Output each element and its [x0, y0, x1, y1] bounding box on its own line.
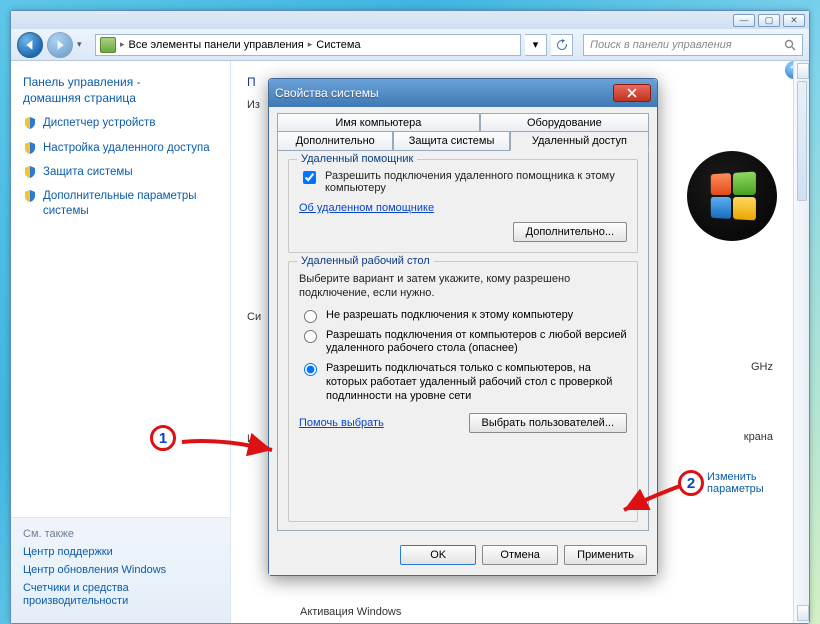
about-remote-assistance-link[interactable]: Об удаленном помощнике	[299, 202, 434, 214]
annotation-badge-1: 1	[150, 425, 176, 451]
rdp-option-any-version[interactable]: Разрешать подключения от компьютеров с л…	[299, 329, 627, 357]
help-choose-link[interactable]: Помочь выбрать	[299, 417, 384, 429]
tabs-row-1: Имя компьютера Оборудование	[277, 113, 649, 132]
arrow-right-icon	[54, 39, 66, 51]
breadcrumb[interactable]: ▸ Все элементы панели управления ▸ Систе…	[95, 34, 521, 56]
ok-button[interactable]: OK	[400, 545, 476, 565]
shield-icon	[23, 189, 37, 203]
dialog-body: Имя компьютера Оборудование Дополнительн…	[269, 107, 657, 537]
tab-advanced[interactable]: Дополнительно	[277, 131, 393, 151]
tabs-row-2: Дополнительно Защита системы Удаленный д…	[277, 131, 649, 151]
annotation-badge-2: 2	[678, 470, 704, 496]
right-column: GHz крана Изменить параметры	[647, 151, 797, 495]
dialog-footer: OK Отмена Применить	[269, 537, 657, 575]
cancel-button[interactable]: Отмена	[482, 545, 558, 565]
apply-button[interactable]: Применить	[564, 545, 647, 565]
shield-icon	[23, 116, 37, 130]
address-dropdown-button[interactable]: ▾	[525, 34, 547, 56]
allow-remote-assistance-checkbox[interactable]: Разрешить подключения удаленного помощни…	[299, 170, 627, 194]
sidebar-item-remote-settings[interactable]: Настройка удаленного доступа	[23, 141, 218, 155]
scroll-thumb[interactable]	[797, 81, 807, 201]
nav-history-dropdown[interactable]: ▾	[77, 39, 91, 50]
select-users-button[interactable]: Выбрать пользователей...	[469, 413, 628, 433]
group-legend: Удаленный помощник	[297, 153, 417, 165]
sidebar: Панель управления - домашняя страница Ди…	[11, 61, 231, 623]
nav-forward-button[interactable]	[47, 32, 73, 58]
tab-hardware[interactable]: Оборудование	[480, 113, 649, 132]
shield-icon	[23, 165, 37, 179]
shield-icon	[23, 141, 37, 155]
windows-logo-icon	[687, 151, 777, 241]
cpu-ghz-label: GHz	[647, 361, 797, 373]
see-also-link-support[interactable]: Центр поддержки	[23, 546, 218, 558]
window-titlebar: — ▢ ✕	[11, 11, 809, 29]
sidebar-item-device-manager[interactable]: Диспетчер устройств	[23, 116, 218, 130]
refresh-icon	[556, 39, 568, 51]
search-icon	[784, 39, 796, 51]
nav-back-button[interactable]	[17, 32, 43, 58]
arrow-left-icon	[24, 39, 36, 51]
tab-computer-name[interactable]: Имя компьютера	[277, 113, 480, 132]
search-placeholder: Поиск в панели управления	[590, 39, 732, 51]
minimize-button[interactable]: —	[733, 14, 755, 27]
search-input[interactable]: Поиск в панели управления	[583, 34, 803, 56]
system-icon	[100, 37, 116, 53]
breadcrumb-item[interactable]: Все элементы панели управления	[129, 39, 304, 51]
tab-remote-content: Удаленный помощник Разрешить подключения…	[277, 150, 649, 531]
checkbox-input[interactable]	[303, 171, 316, 184]
refresh-button[interactable]	[551, 34, 573, 56]
sidebar-item-system-protection[interactable]: Защита системы	[23, 165, 218, 179]
maximize-button[interactable]: ▢	[758, 14, 780, 27]
activation-label: Активация Windows	[300, 606, 401, 618]
radio-input[interactable]	[304, 330, 317, 343]
tab-remote[interactable]: Удаленный доступ	[510, 131, 649, 151]
radio-input[interactable]	[304, 310, 317, 323]
remote-assistance-advanced-button[interactable]: Дополнительно...	[513, 222, 627, 242]
address-bar: ▾ ▸ Все элементы панели управления ▸ Сис…	[11, 29, 809, 61]
chevron-right-icon: ▸	[308, 39, 313, 50]
rdp-option-nla-only[interactable]: Разрешить подключаться только с компьюте…	[299, 362, 627, 403]
control-panel-home-link[interactable]: Панель управления - домашняя страница	[23, 75, 218, 106]
dialog-titlebar[interactable]: Свойства системы	[269, 79, 657, 107]
dialog-title: Свойства системы	[275, 86, 613, 100]
chevron-right-icon: ▸	[120, 39, 125, 50]
group-legend: Удаленный рабочий стол	[297, 255, 434, 267]
close-window-button[interactable]: ✕	[783, 14, 805, 27]
see-also-header: См. также	[23, 528, 218, 540]
group-description: Выберите вариант и затем укажите, кому р…	[299, 272, 627, 301]
system-properties-dialog: Свойства системы Имя компьютера Оборудов…	[268, 78, 658, 576]
vertical-scrollbar[interactable]	[793, 61, 809, 623]
see-also-link-update[interactable]: Центр обновления Windows	[23, 564, 218, 576]
see-also-section: См. также Центр поддержки Центр обновлен…	[11, 517, 230, 624]
sidebar-item-advanced-settings[interactable]: Дополнительные параметры системы	[23, 189, 218, 218]
remote-assistance-group: Удаленный помощник Разрешить подключения…	[288, 159, 638, 253]
dialog-close-button[interactable]	[613, 84, 651, 102]
breadcrumb-item[interactable]: Система	[316, 39, 360, 51]
see-also-link-perf[interactable]: Счетчики и средства производительности	[23, 582, 218, 610]
annotation-arrow-1	[180, 432, 280, 462]
close-icon	[627, 88, 637, 98]
tab-system-protection[interactable]: Защита системы	[393, 131, 509, 151]
remote-desktop-group: Удаленный рабочий стол Выберите вариант …	[288, 261, 638, 522]
rdp-option-disallow[interactable]: Не разрешать подключения к этому компьют…	[299, 309, 627, 323]
radio-input[interactable]	[304, 363, 317, 376]
truncated-text: крана	[647, 431, 797, 443]
